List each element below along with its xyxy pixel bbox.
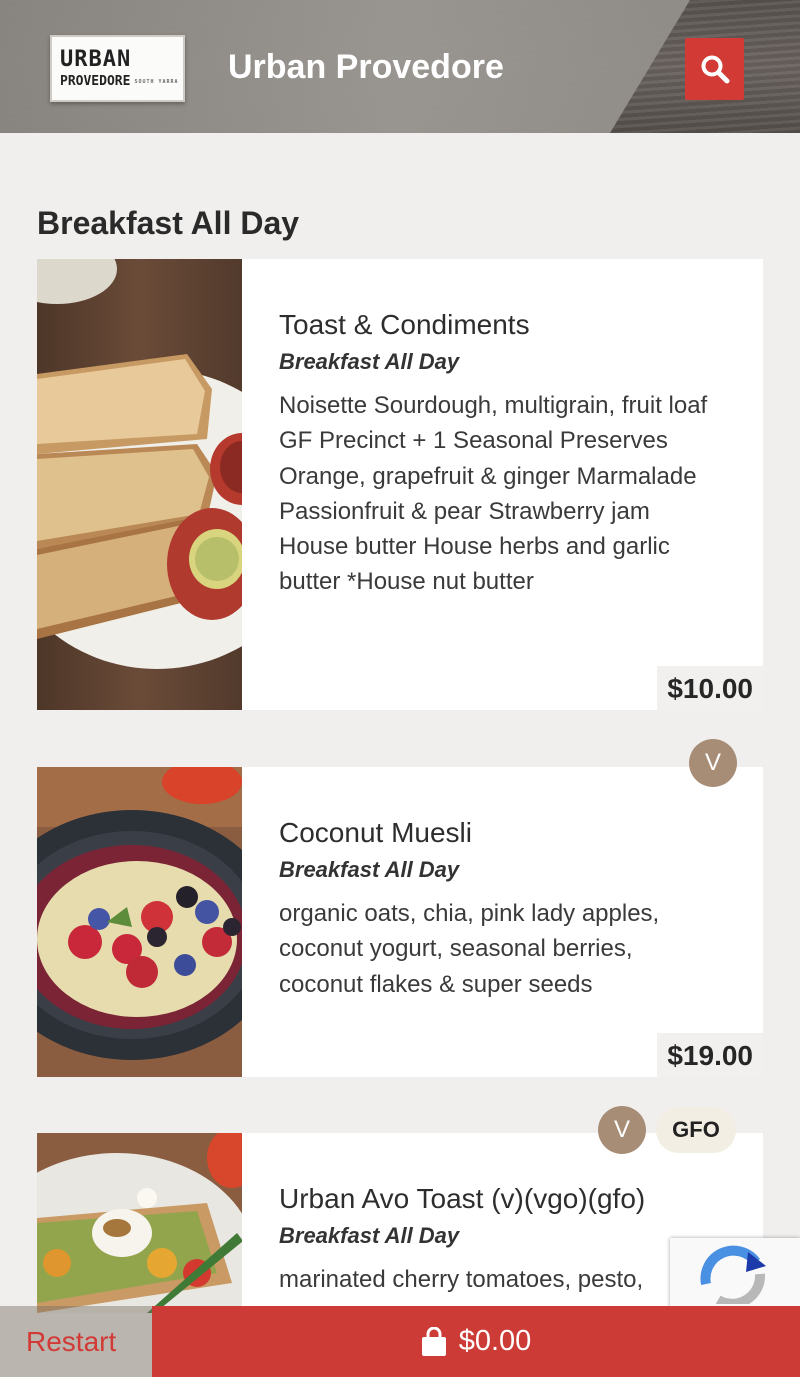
- menu-item-card[interactable]: Coconut Muesli Breakfast All Day organic…: [37, 767, 763, 1077]
- item-price: $19.00: [657, 1033, 763, 1077]
- search-button[interactable]: [685, 38, 744, 100]
- item-photo-toast: [37, 259, 242, 710]
- item-details: Toast & Condiments Breakfast All Day Noi…: [279, 259, 763, 600]
- recaptcha-badge[interactable]: [670, 1238, 800, 1310]
- item-price: $10.00: [657, 666, 763, 710]
- brand-logo[interactable]: URBAN PROVEDORE SOUTH YARRA: [50, 35, 185, 102]
- menu-item-card[interactable]: Toast & Condiments Breakfast All Day Noi…: [37, 259, 763, 710]
- logo-text-top: URBAN: [60, 46, 132, 72]
- recaptcha-icon: [700, 1245, 766, 1304]
- item-photo-muesli: [37, 767, 242, 1077]
- logo-subtext: SOUTH YARRA: [134, 78, 179, 85]
- logo-text-bottom: PROVEDORE: [60, 73, 131, 89]
- cart-button[interactable]: $0.00: [152, 1306, 800, 1377]
- item-details: Coconut Muesli Breakfast All Day organic…: [279, 767, 763, 1002]
- vegetarian-badge: V: [598, 1106, 646, 1154]
- item-name: Coconut Muesli: [279, 817, 472, 848]
- item-description: organic oats, chia, pink lady apples, co…: [279, 900, 660, 998]
- search-icon: [701, 55, 729, 84]
- section-title: Breakfast All Day: [37, 205, 300, 241]
- bottom-action-bar: Restart $0.00: [0, 1306, 800, 1377]
- brand-title: Urban Provedore: [228, 48, 504, 86]
- item-description: Noisette Sourdough, multigrain, fruit lo…: [279, 392, 708, 596]
- gluten-free-option-badge: GFO: [656, 1107, 736, 1153]
- item-name: Toast & Condiments: [279, 309, 530, 340]
- menu-item-card[interactable]: Urban Avo Toast (v)(vgo)(gfo) Breakfast …: [37, 1133, 763, 1313]
- vegetarian-badge: V: [689, 739, 737, 787]
- item-category: Breakfast All Day: [279, 857, 460, 882]
- item-name: Urban Avo Toast (v)(vgo)(gfo): [279, 1183, 646, 1214]
- item-photo-avo-toast: [37, 1133, 242, 1313]
- restart-button[interactable]: Restart: [0, 1306, 152, 1377]
- cart-total: $0.00: [458, 1325, 532, 1357]
- shopping-bag-icon: [421, 1326, 446, 1356]
- app-header: URBAN PROVEDORE SOUTH YARRA Urban Proved…: [0, 0, 800, 133]
- logo-bottom-row: PROVEDORE SOUTH YARRA: [60, 74, 179, 90]
- item-category: Breakfast All Day: [279, 349, 460, 374]
